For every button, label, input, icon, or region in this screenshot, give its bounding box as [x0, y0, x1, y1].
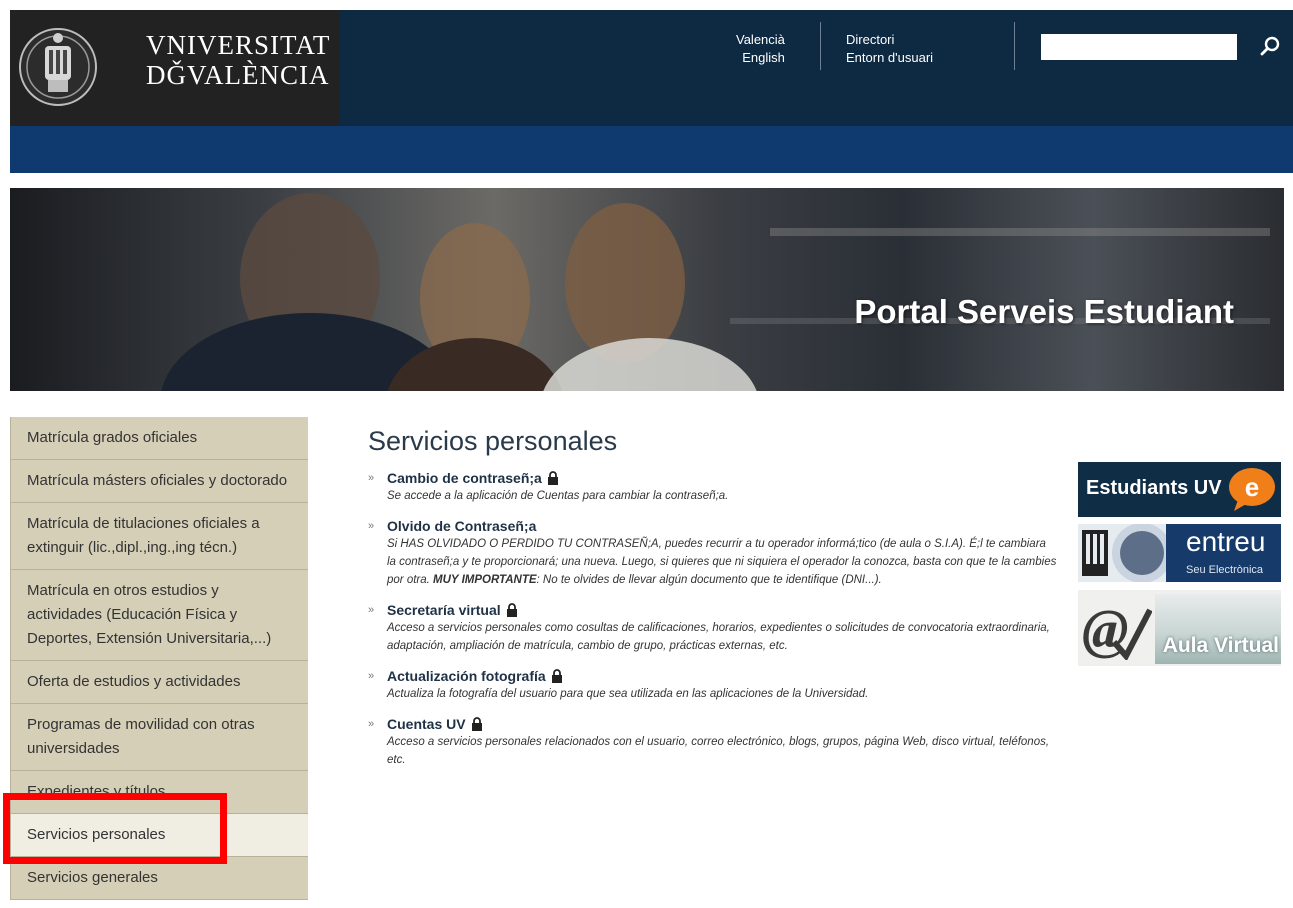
lock-icon: [506, 603, 517, 617]
sidebar-item-matricula-extinguir[interactable]: Matrícula de titulaciones oficiales a ex…: [10, 503, 308, 570]
service-description-tail: : No te olvides de llevar algún document…: [536, 574, 882, 586]
divider: [1014, 22, 1015, 70]
sidebar-item-servicios-generales[interactable]: Servicios generales: [10, 857, 308, 900]
sidebar-menu: Matrícula grados oficiales Matrícula más…: [10, 417, 308, 900]
lock-icon: [547, 471, 558, 485]
entreu-sub-label: Seu Electrònica: [1186, 564, 1264, 576]
at-sign-icon: @: [1082, 599, 1152, 660]
aula-virtual-banner[interactable]: @ Aula Virtual: [1078, 590, 1281, 666]
sidebar-item-oferta-estudios[interactable]: Oferta de estudios y actividades: [10, 661, 308, 704]
sidebar-item-servicios-personales[interactable]: Servicios personales: [10, 814, 308, 857]
bullet-icon: »: [368, 520, 375, 532]
university-logo[interactable]: VNIVERSITAT DǦVALÈNCIA: [10, 10, 340, 126]
speech-bubble-icon: e: [1229, 468, 1275, 511]
divider: [820, 22, 821, 70]
service-link-actualizacion-fotografia[interactable]: Actualización fotografía: [387, 667, 546, 685]
bullet-icon: »: [368, 604, 375, 616]
university-seal-icon: [19, 28, 97, 106]
speech-bubble-letter: e: [1245, 472, 1259, 502]
page-title: Servicios personales: [368, 426, 618, 456]
link-entorn-usuari[interactable]: Entorn d'usuari: [846, 49, 933, 67]
link-valencia[interactable]: Valencià: [736, 31, 785, 49]
banner-title: Portal Serveis Estudiant: [854, 293, 1234, 330]
estudiants-uv-label: Estudiants UV: [1086, 477, 1222, 499]
service-link-cuentas-uv[interactable]: Cuentas UV: [387, 715, 466, 733]
sidebar-item-matricula-otros[interactable]: Matrícula en otros estudios y actividade…: [10, 570, 308, 661]
user-links: Directori Entorn d'usuari: [846, 31, 933, 67]
lock-icon: [551, 669, 562, 683]
service-description: Acceso a servicios personales relacionad…: [387, 736, 1050, 766]
seal-icon: [1078, 524, 1178, 582]
service-link-cambio-contrasena[interactable]: Cambio de contraseñ;a: [387, 469, 542, 487]
site-header: VNIVERSITAT DǦVALÈNCIA Valencià English …: [10, 10, 1293, 173]
service-description: Se accede a la aplicación de Cuentas par…: [387, 490, 729, 502]
link-english[interactable]: English: [736, 49, 785, 67]
service-description: Acceso a servicios personales como cosul…: [387, 622, 1050, 652]
service-item: » Cambio de contraseñ;a Se accede a la a…: [368, 469, 1058, 505]
service-item: » Secretaría virtual Acceso a servicios …: [368, 601, 1058, 655]
service-link-secretaria-virtual[interactable]: Secretaría virtual: [387, 601, 501, 619]
service-description: Si HAS OLVIDADO O PERDIDO TU CONTRASEÑ;A…: [368, 535, 1058, 589]
bullet-icon: »: [368, 472, 375, 484]
hero-banner: Portal Serveis Estudiant: [10, 188, 1284, 391]
sidebar-item-movilidad[interactable]: Programas de movilidad con otras univers…: [10, 704, 308, 771]
language-links: Valencià English: [736, 31, 785, 67]
sidebar-item-matricula-grados[interactable]: Matrícula grados oficiales: [10, 417, 308, 460]
service-link-olvido-contrasena[interactable]: Olvido de Contraseñ;a: [387, 517, 536, 535]
university-name-line1: VNIVERSITAT: [146, 30, 331, 60]
navigation-bar: [10, 126, 1293, 173]
lock-icon: [471, 717, 482, 731]
bullet-icon: »: [368, 718, 375, 730]
university-name: VNIVERSITAT DǦVALÈNCIA: [146, 30, 330, 90]
search-input[interactable]: [1041, 34, 1237, 60]
entreu-banner[interactable]: entreu Seu Electrònica: [1078, 524, 1281, 582]
university-name-line2: DǦVALÈNCIA: [146, 60, 330, 90]
service-item: » Actualización fotografía Actualiza la …: [368, 667, 1058, 703]
service-item: » Olvido de Contraseñ;a Si HAS OLVIDADO …: [368, 517, 1058, 589]
search-icon[interactable]: [1255, 32, 1285, 62]
sidebar-item-expedientes[interactable]: Expedientes y títulos: [10, 771, 308, 814]
students-photo: [161, 193, 1270, 391]
bullet-icon: »: [368, 670, 375, 682]
service-description: Actualiza la fotografía del usuario para…: [387, 688, 869, 700]
main-content: Servicios personales » Cambio de contras…: [368, 426, 1058, 781]
entreu-label: entreu: [1186, 526, 1266, 557]
estudiants-uv-banner[interactable]: Estudiants UV e: [1078, 462, 1281, 517]
service-item: » Cuentas UV Acceso a servicios personal…: [368, 715, 1058, 769]
link-directori[interactable]: Directori: [846, 31, 933, 49]
service-description-bold: MUY IMPORTANTE: [433, 574, 537, 586]
sidebar-item-matricula-masters[interactable]: Matrícula másters oficiales y doctorado: [10, 460, 308, 503]
aula-virtual-label: Aula Virtual: [1162, 634, 1279, 657]
